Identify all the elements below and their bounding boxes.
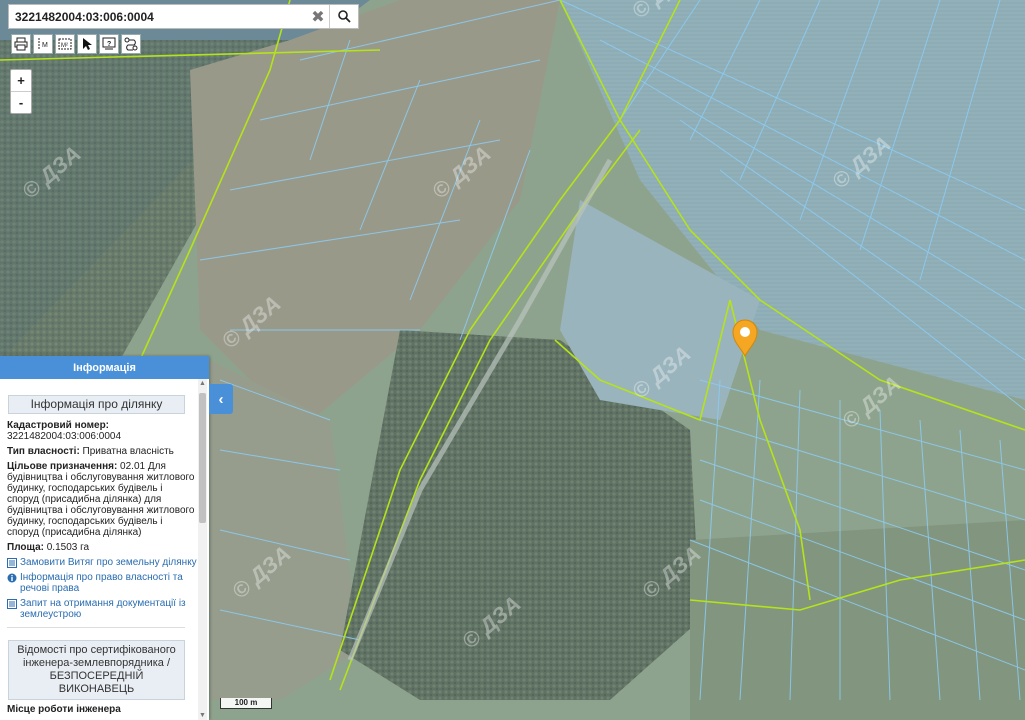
purpose-row: Цільове призначення: 02.01 Для будівницт…	[7, 461, 197, 538]
route-icon	[124, 37, 138, 51]
cadastral-number-row: Кадастровий номер: 3221482004:03:006:0004	[7, 420, 197, 442]
divider	[7, 627, 185, 628]
print-button[interactable]	[11, 34, 31, 54]
info-icon	[7, 573, 17, 583]
ownership-info-link[interactable]: Інформація про право власності та речові…	[7, 572, 197, 594]
engineer-section-title: Відомості про сертифікованого інженера-з…	[8, 640, 185, 700]
parcel-section-title: Інформація про ділянку	[8, 395, 185, 414]
measure-area-button[interactable]: M²	[55, 34, 75, 54]
map-toolbar: M M² ?	[11, 34, 141, 56]
ownership-row: Тип власності: Приватна власність	[7, 446, 197, 457]
scrollbar-thumb[interactable]	[199, 393, 206, 523]
panel-title: Інформація	[0, 356, 209, 379]
search-bar: ✖	[8, 4, 359, 29]
ownership-value: Приватна власність	[79, 446, 174, 457]
engineer-workplace-label: Місце роботи інженера	[7, 704, 121, 715]
clear-search-button[interactable]: ✖	[307, 5, 329, 28]
panel-scrollbar[interactable]: ▲ ▼	[198, 379, 207, 720]
purpose-label: Цільове призначення:	[7, 461, 118, 472]
order-extract-label: Замовити Витяг про земельну ділянку	[20, 557, 197, 568]
svg-text:M²: M²	[61, 43, 68, 49]
collapse-panel-button[interactable]: ‹	[209, 384, 233, 414]
area-value: 0.1503 га	[43, 542, 90, 553]
area-row: Площа: 0.1503 га	[7, 542, 197, 553]
order-extract-link[interactable]: Замовити Витяг про земельну ділянку	[7, 557, 197, 568]
search-button[interactable]	[329, 5, 358, 28]
search-input[interactable]	[9, 8, 307, 25]
chevron-left-icon: ‹	[218, 390, 224, 408]
documentation-request-label: Запит на отримання документації із земле…	[20, 598, 186, 620]
print-icon	[14, 37, 28, 51]
measure-length-icon: M	[38, 38, 48, 50]
info-panel: Інформація Інформація про ділянку Кадаст…	[0, 356, 209, 720]
measure-area-icon: M²	[58, 38, 72, 50]
scroll-down-icon[interactable]: ▼	[198, 711, 207, 720]
cadastral-label: Кадастровий номер:	[7, 420, 110, 431]
document-icon	[7, 599, 17, 609]
zoom-in-button[interactable]: +	[11, 70, 31, 92]
identify-button[interactable]: ?	[99, 34, 119, 54]
engineer-workplace-row: Місце роботи інженера	[7, 704, 197, 715]
zoom-out-button[interactable]: -	[11, 92, 31, 113]
route-button[interactable]	[121, 34, 141, 54]
identify-icon: ?	[102, 37, 116, 50]
pointer-button[interactable]	[77, 34, 97, 54]
scroll-up-icon[interactable]: ▲	[198, 379, 207, 388]
panel-body: Інформація про ділянку Кадастровий номер…	[0, 379, 197, 720]
zoom-control: + -	[10, 69, 32, 114]
ownership-info-label: Інформація про право власності та речові…	[20, 572, 183, 594]
pointer-icon	[83, 38, 92, 50]
purpose-value: 02.01 Для будівництва і обслуговування ж…	[7, 461, 195, 538]
ownership-label: Тип власності:	[7, 446, 80, 457]
cadastral-value: 3221482004:03:006:0004	[7, 431, 122, 442]
document-icon	[7, 558, 17, 568]
close-icon: ✖	[311, 8, 325, 26]
svg-text:?: ?	[107, 41, 111, 48]
documentation-request-link[interactable]: Запит на отримання документації із земле…	[7, 598, 197, 620]
scale-bar: 100 m	[220, 698, 272, 709]
measure-length-button[interactable]: M	[33, 34, 53, 54]
area-label: Площа:	[7, 542, 44, 553]
svg-text:M: M	[42, 42, 48, 49]
search-icon	[337, 10, 351, 23]
